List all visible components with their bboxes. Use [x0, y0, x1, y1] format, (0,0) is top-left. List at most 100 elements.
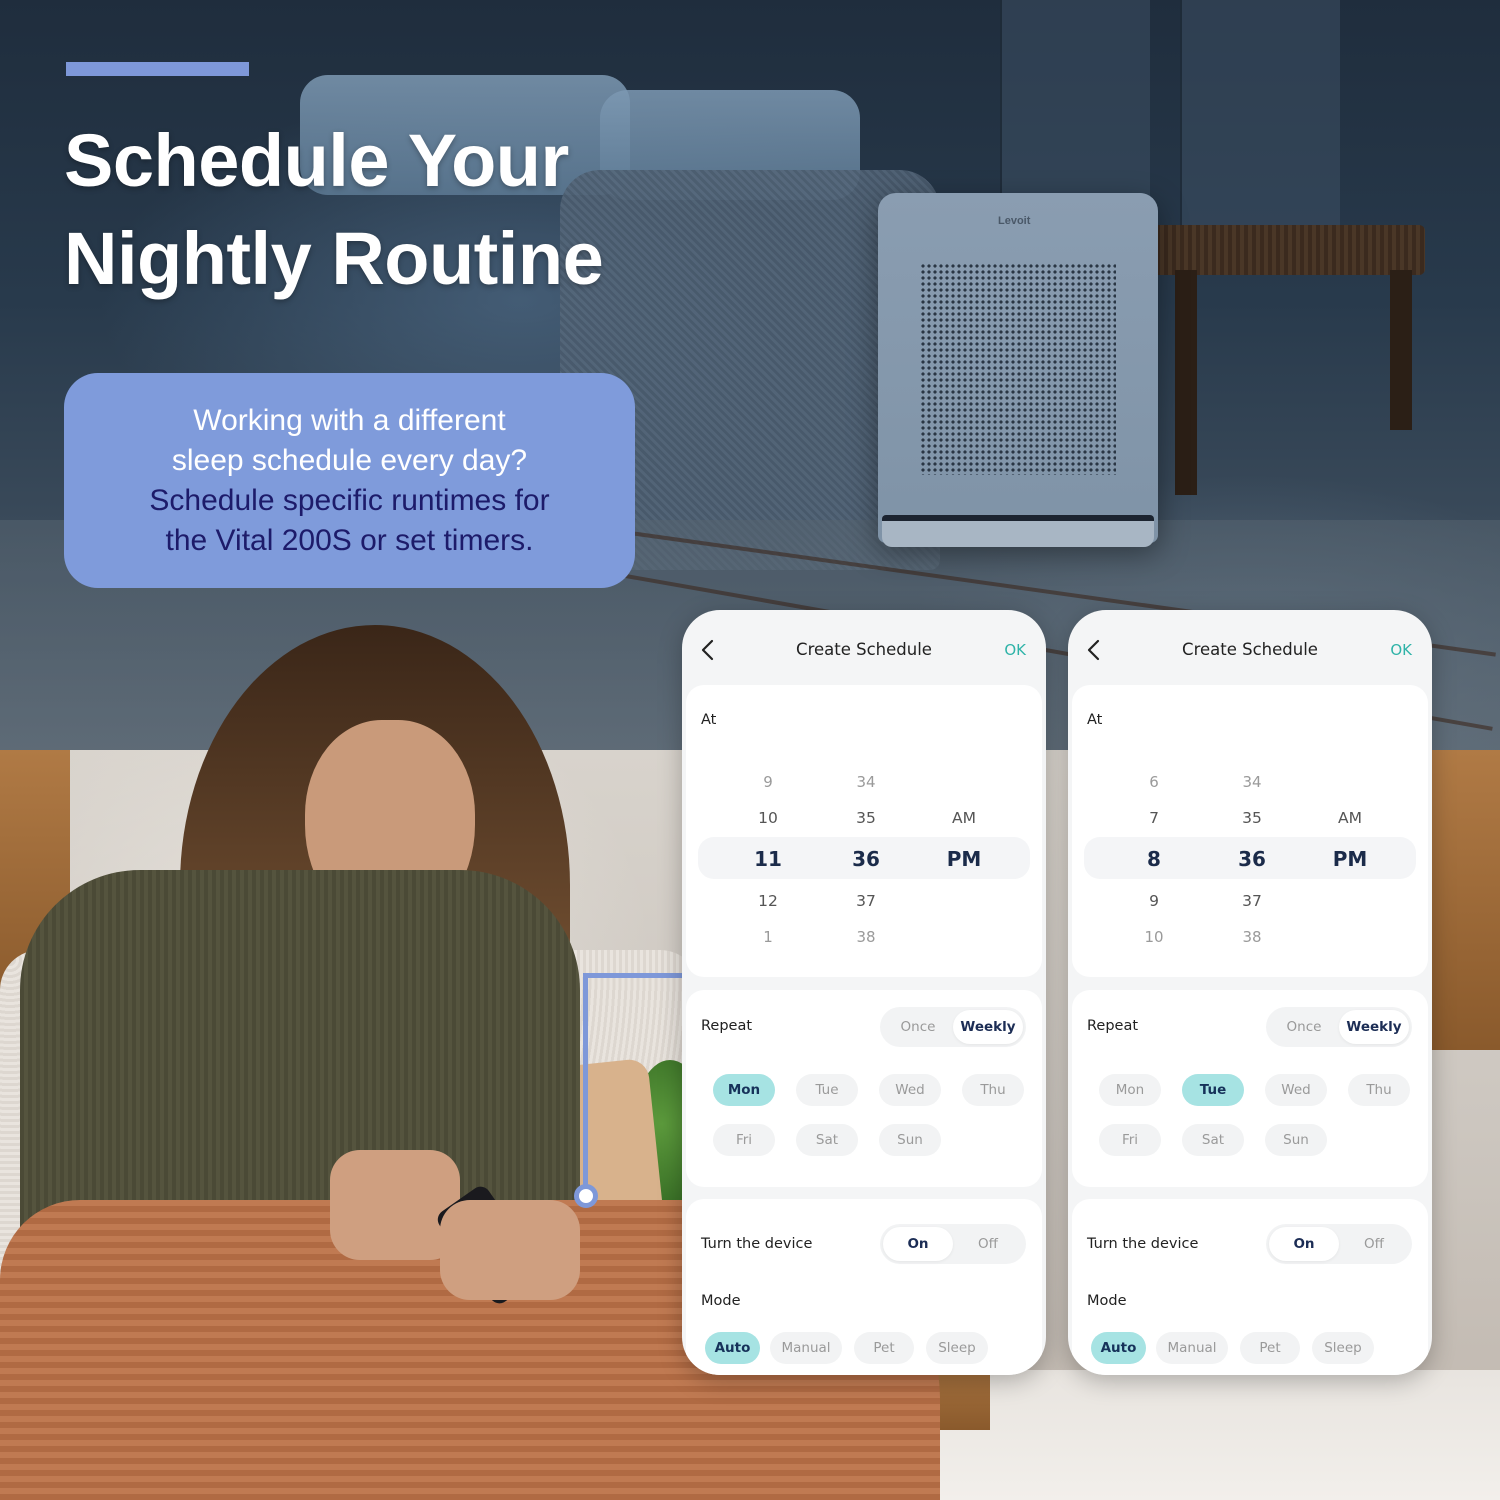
turn-device-label: Turn the device	[701, 1236, 813, 1252]
create-schedule-screen-1: Create Schedule OK At 9 10 11 12 1 34 35 36 37 3…	[682, 610, 1046, 1375]
screen-title: Create Schedule	[1182, 640, 1318, 659]
mode-label: Mode	[701, 1293, 741, 1309]
repeat-option-once[interactable]: Once	[1269, 1010, 1339, 1044]
power-option-off[interactable]: Off	[953, 1227, 1023, 1261]
day-chip-sat[interactable]: Sat	[796, 1124, 858, 1156]
headline-line-2: Nightly Routine	[64, 217, 604, 300]
hour-value-selected[interactable]: 11	[738, 847, 798, 871]
day-chip-sat[interactable]: Sat	[1182, 1124, 1244, 1156]
power-option-on[interactable]: On	[1269, 1227, 1339, 1261]
repeat-label: Repeat	[701, 1018, 753, 1034]
day-chip-sun[interactable]: Sun	[879, 1124, 941, 1156]
purifier-grille	[920, 263, 1116, 475]
air-purifier-base	[882, 515, 1154, 547]
screen-title: Create Schedule	[796, 640, 932, 659]
hour-value[interactable]: 9	[738, 773, 798, 791]
minute-value[interactable]: 37	[1222, 892, 1282, 910]
day-chip-mon[interactable]: Mon	[713, 1074, 775, 1106]
hour-value[interactable]: 10	[738, 809, 798, 827]
time-card: At 9 10 11 12 1 34 35 36 37 38 AM PM	[686, 685, 1042, 977]
day-chip-mon[interactable]: Mon	[1099, 1074, 1161, 1106]
brand-logo: Levoit	[998, 215, 1031, 227]
hour-value[interactable]: 12	[738, 892, 798, 910]
wall-door	[1180, 0, 1340, 240]
repeat-option-weekly[interactable]: Weekly	[1339, 1010, 1409, 1044]
ok-button[interactable]: OK	[1390, 641, 1412, 659]
hour-value-selected[interactable]: 8	[1124, 847, 1184, 871]
connector-line	[583, 973, 588, 1195]
chair-frame	[1430, 750, 1500, 1050]
repeat-card: Repeat Once Weekly Mon Tue Wed Thu Fri Sat Sun	[686, 990, 1042, 1187]
ampm-value-selected[interactable]: PM	[1320, 847, 1380, 871]
woman-hand	[440, 1200, 580, 1300]
repeat-toggle: Once Weekly	[1266, 1007, 1412, 1047]
hour-value[interactable]: 9	[1124, 892, 1184, 910]
connector-dot	[574, 1184, 598, 1208]
day-chip-fri[interactable]: Fri	[713, 1124, 775, 1156]
mode-label: Mode	[1087, 1293, 1127, 1309]
at-label: At	[701, 712, 717, 728]
mode-chip-manual[interactable]: Manual	[1156, 1332, 1228, 1364]
screen-header: Create Schedule OK	[682, 610, 1046, 686]
minute-value[interactable]: 37	[836, 892, 896, 910]
repeat-option-once[interactable]: Once	[883, 1010, 953, 1044]
minute-value-selected[interactable]: 36	[1222, 847, 1282, 871]
connector-line	[583, 973, 683, 978]
headline-line-1: Schedule Your	[64, 119, 569, 202]
device-power-toggle: On Off	[880, 1224, 1026, 1264]
mode-chip-sleep[interactable]: Sleep	[1312, 1332, 1374, 1364]
mode-chip-sleep[interactable]: Sleep	[926, 1332, 988, 1364]
at-label: At	[1087, 712, 1103, 728]
callout-answer-line-1: Schedule specific runtimes for	[149, 483, 550, 517]
device-card: Turn the device On Off Mode Auto Manual Pe…	[1072, 1199, 1428, 1375]
day-chip-fri[interactable]: Fri	[1099, 1124, 1161, 1156]
day-chip-sun[interactable]: Sun	[1265, 1124, 1327, 1156]
mode-chip-auto[interactable]: Auto	[705, 1332, 760, 1364]
mode-chip-manual[interactable]: Manual	[770, 1332, 842, 1364]
hour-value[interactable]: 10	[1124, 928, 1184, 946]
turn-device-label: Turn the device	[1087, 1236, 1199, 1252]
minute-value[interactable]: 38	[1222, 928, 1282, 946]
ampm-value[interactable]: AM	[1320, 809, 1380, 827]
bench-leg	[1175, 270, 1197, 495]
repeat-card: Repeat Once Weekly Mon Tue Wed Thu Fri Sat Sun	[1072, 990, 1428, 1187]
page-headline: Schedule Your Nightly Routine	[64, 112, 604, 308]
screen-header: Create Schedule OK	[1068, 610, 1432, 686]
minute-value[interactable]: 35	[836, 809, 896, 827]
bench-leg	[1390, 270, 1412, 430]
minute-value[interactable]: 38	[836, 928, 896, 946]
minute-value-selected[interactable]: 36	[836, 847, 896, 871]
air-purifier: Levoit	[878, 193, 1158, 543]
repeat-toggle: Once Weekly	[880, 1007, 1026, 1047]
callout-question-line-2: sleep schedule every day?	[171, 443, 528, 477]
mode-chip-pet[interactable]: Pet	[854, 1332, 914, 1364]
repeat-option-weekly[interactable]: Weekly	[953, 1010, 1023, 1044]
day-chip-tue[interactable]: Tue	[796, 1074, 858, 1106]
ampm-value[interactable]: AM	[934, 809, 994, 827]
hour-value[interactable]: 6	[1124, 773, 1184, 791]
power-option-on[interactable]: On	[883, 1227, 953, 1261]
power-option-off[interactable]: Off	[1339, 1227, 1409, 1261]
callout-question-line-1: Working with a different	[193, 403, 506, 437]
feature-callout: Working with a different sleep schedule …	[64, 373, 635, 588]
minute-value[interactable]: 35	[1222, 809, 1282, 827]
day-chip-wed[interactable]: Wed	[879, 1074, 941, 1106]
device-card: Turn the device On Off Mode Auto Manual Pe…	[686, 1199, 1042, 1375]
ok-button[interactable]: OK	[1004, 641, 1026, 659]
hour-value[interactable]: 7	[1124, 809, 1184, 827]
hour-value[interactable]: 1	[738, 928, 798, 946]
mode-chip-pet[interactable]: Pet	[1240, 1332, 1300, 1364]
minute-value[interactable]: 34	[836, 773, 896, 791]
bench	[1140, 225, 1425, 275]
repeat-label: Repeat	[1087, 1018, 1139, 1034]
ampm-value-selected[interactable]: PM	[934, 847, 994, 871]
day-chip-thu[interactable]: Thu	[1348, 1074, 1410, 1106]
device-power-toggle: On Off	[1266, 1224, 1412, 1264]
day-chip-thu[interactable]: Thu	[962, 1074, 1024, 1106]
minute-value[interactable]: 34	[1222, 773, 1282, 791]
day-chip-tue[interactable]: Tue	[1182, 1074, 1244, 1106]
mode-chip-auto[interactable]: Auto	[1091, 1332, 1146, 1364]
accent-bar	[66, 62, 249, 76]
callout-answer-line-2: the Vital 200S or set timers.	[165, 523, 534, 557]
day-chip-wed[interactable]: Wed	[1265, 1074, 1327, 1106]
